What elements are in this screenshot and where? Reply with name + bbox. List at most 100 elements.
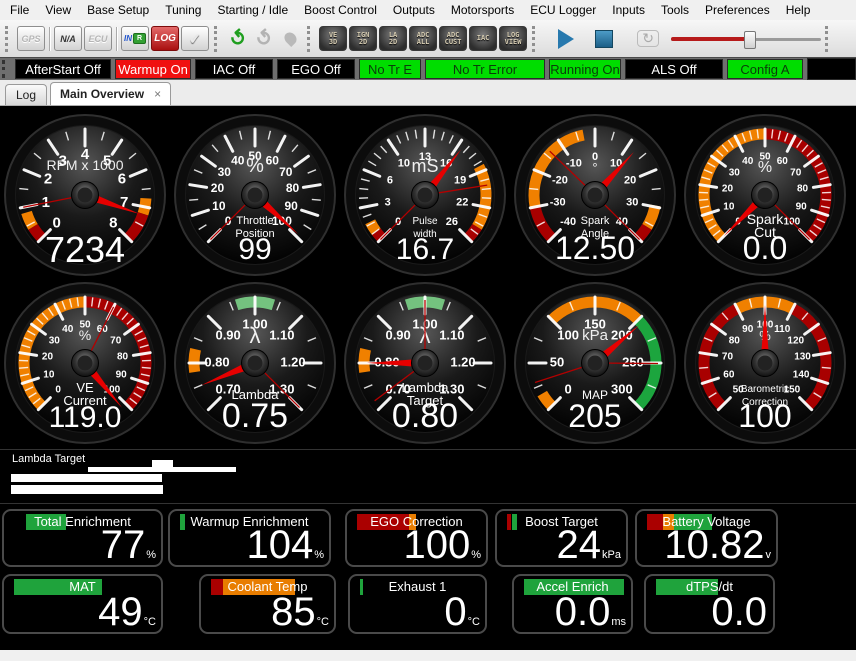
gauge-throttle-position[interactable]: 0102030405060708090100%ThrottlePosition9… xyxy=(173,113,337,277)
reload-gray-arrow-icon[interactable]: ↺ xyxy=(251,26,277,52)
menu-item-help[interactable]: Help xyxy=(778,1,819,19)
svg-text:90: 90 xyxy=(116,369,128,380)
ign-2d-button[interactable]: IGN2D xyxy=(349,26,377,51)
svg-text:300: 300 xyxy=(611,381,633,396)
svg-text:20: 20 xyxy=(722,184,734,195)
svg-text:70: 70 xyxy=(279,165,293,179)
tab-main-overview[interactable]: Main Overview × xyxy=(50,82,171,105)
menu-item-inputs[interactable]: Inputs xyxy=(604,1,653,19)
statusbar-drag-handle[interactable] xyxy=(2,60,9,78)
gps-button[interactable]: GPS xyxy=(17,26,45,51)
gauge-spark-angle[interactable]: -40-30-20-10010203040°SparkAngle12.50 xyxy=(513,113,677,277)
legend-bar xyxy=(88,467,236,472)
na-button[interactable]: N/A xyxy=(54,26,82,51)
status-indicator-no-tr-e[interactable]: No Tr E xyxy=(359,59,421,79)
gauge-rpm[interactable]: 012345678RPM x 10007234 xyxy=(3,113,167,277)
confirm-button[interactable]: ✓ xyxy=(181,26,209,51)
svg-text:100: 100 xyxy=(738,398,791,434)
svg-text:RPM x 1000: RPM x 1000 xyxy=(46,157,123,173)
toolbar-drag-handle[interactable] xyxy=(5,26,12,52)
gauge-lambda[interactable]: 0.700.800.901.001.101.201.30λLambda0.75 xyxy=(173,281,337,445)
status-indicator-no-tr-error[interactable]: No Tr Error xyxy=(425,59,545,79)
burn-flame-icon[interactable] xyxy=(277,26,303,52)
panel-value: 0.0ms xyxy=(555,592,626,632)
panel-ego-correction[interactable]: EGO Correction100% xyxy=(345,509,488,567)
menu-item-motorsports[interactable]: Motorsports xyxy=(443,1,522,19)
panel-warmup-enrichment[interactable]: Warmup Enrichment104% xyxy=(168,509,331,567)
playback-slider[interactable] xyxy=(671,30,821,48)
status-indicator-als-off[interactable]: ALS Off xyxy=(625,59,723,79)
tab-log[interactable]: Log xyxy=(5,84,47,105)
menu-item-preferences[interactable]: Preferences xyxy=(697,1,778,19)
svg-text:°: ° xyxy=(592,160,597,175)
panel-dtps-dt[interactable]: dTPS/dt0.0 xyxy=(644,574,775,634)
stop-button[interactable] xyxy=(591,26,617,52)
panel-row-1: Total Enrichment77%Warmup Enrichment104%… xyxy=(0,509,856,567)
slider-thumb[interactable] xyxy=(744,31,756,49)
panel-mat[interactable]: MAT49°C xyxy=(2,574,163,634)
svg-text:Spark: Spark xyxy=(581,215,610,227)
gauge-row-1: 012345678RPM x 1000723401020304050607080… xyxy=(0,106,856,277)
svg-text:70: 70 xyxy=(790,167,802,178)
status-indicator-running-on[interactable]: Running On xyxy=(549,59,621,79)
gauge-barometric-correction[interactable]: 5060708090100110120130140150%BarometricC… xyxy=(683,281,847,445)
svg-text:60: 60 xyxy=(777,156,789,167)
menu-item-boost-control[interactable]: Boost Control xyxy=(296,1,385,19)
svg-text:19: 19 xyxy=(454,174,466,186)
menu-item-tools[interactable]: Tools xyxy=(653,1,697,19)
toolbar-drag-handle[interactable] xyxy=(214,26,221,52)
gauge-lambda-target[interactable]: 0.700.800.901.001.101.201.30λLambdaTarge… xyxy=(343,281,507,445)
panel-total-enrichment[interactable]: Total Enrichment77% xyxy=(2,509,163,567)
menu-item-tuning[interactable]: Tuning xyxy=(157,1,209,19)
datalog-in-r-button[interactable]: INR xyxy=(121,26,149,51)
gauge-map[interactable]: 050100150200250300kPaMAP205 xyxy=(513,281,677,445)
status-indicator-afterstart-off[interactable]: AfterStart Off xyxy=(15,59,111,79)
toolbar-drag-handle[interactable] xyxy=(307,26,314,52)
panel-coolant-temp[interactable]: Coolant Temp85°C xyxy=(199,574,336,634)
svg-text:50: 50 xyxy=(550,354,564,369)
menu-item-outputs[interactable]: Outputs xyxy=(385,1,443,19)
panel-boost-target[interactable]: Boost Target24kPa xyxy=(495,509,628,567)
panel-value: 77% xyxy=(101,525,156,565)
svg-text:6: 6 xyxy=(387,174,393,186)
svg-text:110: 110 xyxy=(774,324,791,335)
svg-text:30: 30 xyxy=(729,167,741,178)
gauge-pulse-width[interactable]: 036101316192226mSPulsewidth16.7 xyxy=(343,113,507,277)
loop-icon[interactable]: ↻ xyxy=(635,26,661,52)
menu-item-base-setup[interactable]: Base Setup xyxy=(79,1,157,19)
la-2d-button[interactable]: LA2D xyxy=(379,26,407,51)
graph-legend-strip: Lambda Target xyxy=(0,449,856,504)
ve-3d-button[interactable]: VE3D xyxy=(319,26,347,51)
log-view-button[interactable]: LOGVIEW xyxy=(499,26,527,51)
tab-log-label: Log xyxy=(16,88,36,102)
status-indicator-iac-off[interactable]: IAC Off xyxy=(195,59,273,79)
svg-text:30: 30 xyxy=(218,165,232,179)
menu-item-starting-idle[interactable]: Starting / Idle xyxy=(209,1,296,19)
menu-item-view[interactable]: View xyxy=(37,1,79,19)
panel-accel-enrich[interactable]: Accel Enrich0.0ms xyxy=(512,574,633,634)
status-indicator-config-a[interactable]: Config A xyxy=(727,59,803,79)
toolbar-drag-handle[interactable] xyxy=(825,26,832,52)
menu-item-ecu-logger[interactable]: ECU Logger xyxy=(522,1,604,19)
log-button[interactable]: LOG xyxy=(151,26,179,51)
tab-close-icon[interactable]: × xyxy=(154,87,161,101)
iac-button[interactable]: IAC xyxy=(469,26,497,51)
menu-item-file[interactable]: File xyxy=(2,1,37,19)
adc-cust-button[interactable]: ADCCUST xyxy=(439,26,467,51)
reload-green-arrow-icon[interactable]: ↺ xyxy=(225,26,251,52)
svg-text:0: 0 xyxy=(565,381,572,396)
status-indicator-warmup-on[interactable]: Warmup On xyxy=(115,59,191,79)
ecu-button[interactable]: ECU xyxy=(84,26,112,51)
toolbar-drag-handle[interactable] xyxy=(532,26,539,52)
play-button[interactable] xyxy=(553,26,579,52)
adc-all-button[interactable]: ADCALL xyxy=(409,26,437,51)
gauge-spark-cut[interactable]: 0102030405060708090100%SparkCut0.0 xyxy=(683,113,847,277)
gauge-ve-current[interactable]: 0102030405060708090100%VECurrent119.0 xyxy=(3,281,167,445)
svg-text:205: 205 xyxy=(568,398,621,434)
panel-battery-voltage[interactable]: Battery Voltage10.82v xyxy=(635,509,778,567)
panel-exhaust-1[interactable]: Exhaust 10°C xyxy=(348,574,487,634)
status-indicator-ego-off[interactable]: EGO Off xyxy=(277,59,355,79)
svg-text:0: 0 xyxy=(55,385,61,396)
app-window: FileViewBase SetupTuningStarting / IdleB… xyxy=(0,0,856,659)
svg-text:2: 2 xyxy=(44,171,52,188)
